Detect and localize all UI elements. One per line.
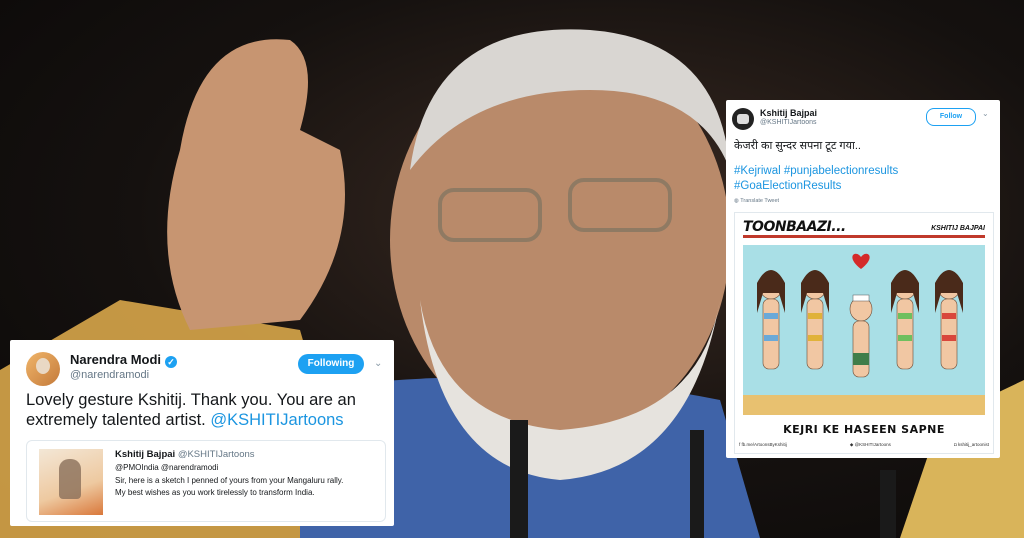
follow-button[interactable]: Follow [926,108,976,126]
verified-badge-icon: ✓ [165,356,178,368]
hashtags: #Kejriwal #punjabelectionresults #GoaEle… [734,164,994,194]
instagram-icon: ◘ [953,442,957,447]
twitter-label: @KSHITIJartoons [854,442,891,447]
quoted-tweet[interactable]: Kshitij Bajpai @KSHITIJartoons @PMOIndia… [26,440,386,522]
chevron-down-icon[interactable]: ⌄ [982,109,989,118]
globe-icon: ◍ [734,198,739,204]
author-name[interactable]: Narendra Modi ✓ [70,352,178,368]
facebook-icon: f [739,442,741,447]
cartoon-footer: f fb.me/ArtoonsByKshitij ◆ @KSHITIJartoo… [739,442,989,448]
following-button[interactable]: Following [298,354,364,374]
quoted-author-handle: @KSHITIJartoons [177,449,255,460]
instagram-link: ◘ kshitij_artoonist [954,442,989,448]
twitter-icon: ◆ [849,442,854,447]
author-handle[interactable]: @KSHITIJartoons [760,119,817,126]
quoted-author-name: Kshitij Bajpai [115,449,176,460]
author-name-text: Narendra Modi [70,352,162,367]
quoted-tweet-thumbnail [39,449,103,515]
cartoon-caption: KEJRI KE HASEEN SAPNE [783,423,945,436]
tweet-text: Lovely gesture Kshitij. Thank you. You a… [26,390,386,430]
chevron-down-icon[interactable]: ⌄ [374,358,382,369]
translate-tweet-link[interactable]: ◍ Translate Tweet [734,198,779,204]
author-name[interactable]: Kshitij Bajpai [760,108,817,118]
instagram-label: kshitij_artoonist [957,442,989,447]
avatar[interactable] [732,108,754,130]
quoted-text-line-2: My best wishes as you work tirelessly to… [115,488,315,497]
facebook-label: fb.me/ArtoonsByKshitij [741,442,787,447]
avatar[interactable] [26,352,60,386]
mention-link[interactable]: @KSHITIJartoons [210,411,343,429]
tweet-card-kshitij: Kshitij Bajpai @KSHITIJartoons Follow ⌄ … [726,100,1000,458]
hashtags-line-2[interactable]: #GoaElectionResults [734,179,994,194]
tweet-card-modi: Narendra Modi ✓ @narendramodi Following ⌄… [10,340,394,526]
twitter-link: ◆ @KSHITIJartoons [850,442,891,448]
author-handle[interactable]: @narendramodi [70,369,149,381]
cartoon-illustration [735,213,993,453]
cartoon-image[interactable]: TOONBAAZI... KSHITIJ BAJPAI KEJRI KE HAS… [734,212,994,454]
translate-label: Translate Tweet [740,198,780,204]
quoted-author: Kshitij Bajpai @KSHITIJartoons [115,449,255,460]
quoted-reply-to: @PMOIndia @narendramodi [115,463,219,472]
hashtags-line-1[interactable]: #Kejriwal #punjabelectionresults [734,164,994,179]
cartoon-title: TOONBAAZI... [743,219,846,235]
cartoon-author: KSHITIJ BAJPAI [931,225,985,232]
quoted-text-line-1: Sir, here is a sketch I penned of yours … [115,476,344,485]
tweet-text: केजरी का सुन्दर सपना टूट गया.. [734,140,861,152]
facebook-link: f fb.me/ArtoonsByKshitij [739,442,787,448]
